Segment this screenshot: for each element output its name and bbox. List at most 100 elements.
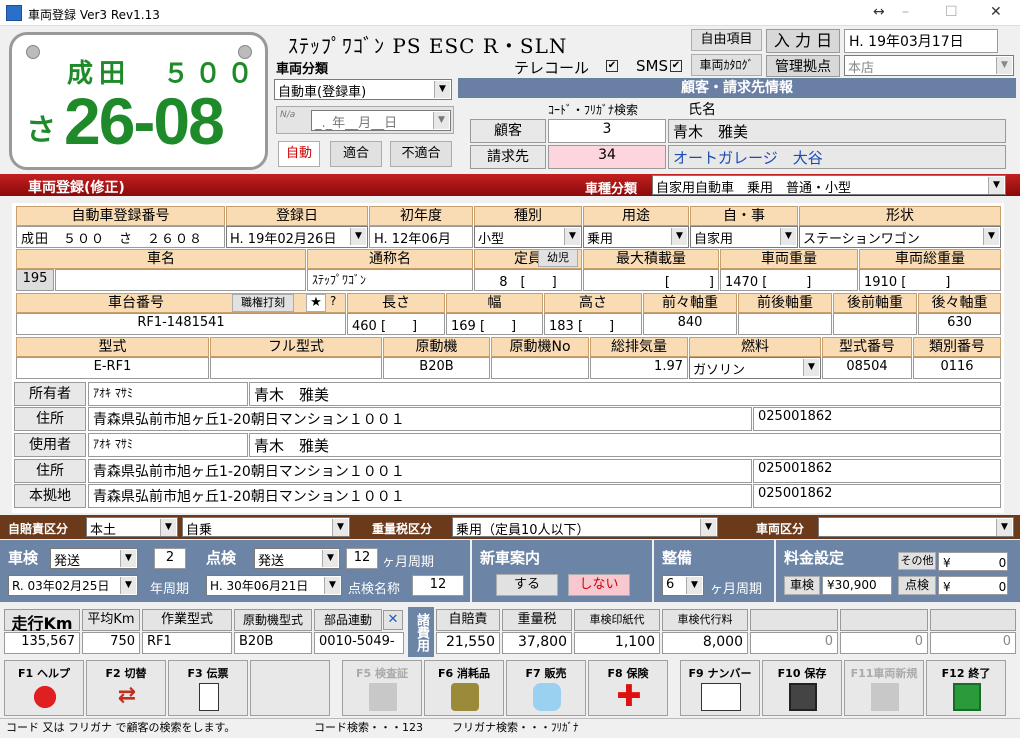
tenken-fee[interactable]: ¥ 0 xyxy=(938,576,1008,595)
engine-model-field[interactable]: B20B xyxy=(234,632,312,654)
engine-no-field[interactable] xyxy=(491,357,589,379)
car-catalog-button[interactable]: 車両ｶﾀﾛｸﾞ xyxy=(691,54,762,76)
fr-axle-field[interactable] xyxy=(738,313,832,335)
input-date-field[interactable]: H. 19年03月17日 xyxy=(844,29,998,53)
f12-exit-button[interactable]: F12 終了 xyxy=(926,660,1006,716)
owner-zip[interactable]: 025001862 xyxy=(753,407,1001,431)
height-field[interactable]: 183 [ ] xyxy=(544,313,642,335)
user-zip[interactable]: 025001862 xyxy=(753,459,1001,483)
shaken-fee[interactable]: ¥30,900 xyxy=(822,576,892,595)
use-select[interactable]: 乗用 ▼ xyxy=(583,226,689,248)
user-button[interactable]: 使用者 xyxy=(14,433,86,457)
ff-axle-field[interactable]: 840 xyxy=(643,313,737,335)
car-name-field[interactable] xyxy=(55,269,306,291)
customer-code-input[interactable]: 3 xyxy=(548,119,666,143)
rr-axle-field[interactable]: 630 xyxy=(918,313,1001,335)
cost-value-4[interactable]: 8,000 xyxy=(662,632,748,654)
sms-checkbox[interactable]: ✔ xyxy=(670,60,682,72)
length-field[interactable]: 460 [ ] xyxy=(347,313,445,335)
weight-tax-select[interactable]: 乗用（定員10人以下） ▼ xyxy=(452,517,718,537)
shape-select[interactable]: ステーションワゴン ▼ xyxy=(799,226,1001,248)
reg-date-select[interactable]: H. 19年02月26日 ▼ xyxy=(226,226,368,248)
class-no-field[interactable]: 0116 xyxy=(913,357,1001,379)
user-address[interactable]: 青森県弘前市旭ヶ丘1-20朝日マンション１００１ xyxy=(88,459,752,483)
base-zip[interactable]: 025001862 xyxy=(753,484,1001,508)
model-no-field[interactable]: 08504 xyxy=(822,357,912,379)
f6-consumable-button[interactable]: F6 消耗品 xyxy=(424,660,504,716)
f7-sales-button[interactable]: F7 販売 xyxy=(506,660,586,716)
free-item-button[interactable]: 自由項目 xyxy=(691,29,762,51)
seibi-select[interactable]: 6 ▼ xyxy=(662,575,704,596)
unfit-button[interactable]: 不適合 xyxy=(390,141,452,167)
maximize-button[interactable]: ☐ xyxy=(945,4,958,20)
tenken-date-select[interactable]: H. 30年06月21日 ▼ xyxy=(206,575,342,596)
first-year-field[interactable]: H. 12年06月 xyxy=(369,226,473,248)
mgmt-base-select[interactable]: 本店 ▼ xyxy=(844,55,1014,76)
displacement-field[interactable]: 1.97 xyxy=(590,357,688,379)
jiso-select[interactable]: 自乗 ▼ xyxy=(182,517,350,537)
f11-new-button[interactable]: F11車両新規 xyxy=(844,660,924,716)
vehicle-type-select[interactable]: 自家用自動車 乗用 普通・小型 ▼ xyxy=(652,175,1006,195)
tenken-name[interactable]: 12 xyxy=(412,575,464,596)
stamp-button[interactable]: 職権打刻 xyxy=(232,294,294,312)
tenken-fee-button[interactable]: 点検 xyxy=(898,576,936,595)
close-button[interactable]: ✕ xyxy=(990,4,1002,20)
cost-value-3[interactable]: 1,100 xyxy=(574,632,660,654)
user-address-button[interactable]: 住所 xyxy=(14,459,86,483)
engine-field[interactable]: B20B xyxy=(383,357,490,379)
other-fee-button[interactable]: その他 xyxy=(898,552,936,570)
base-button[interactable]: 本拠地 xyxy=(14,484,86,508)
restore-icon[interactable]: ↔ xyxy=(873,4,885,20)
star-icon[interactable]: ★ xyxy=(306,294,326,312)
f1-help-button[interactable]: F1 ヘルプ xyxy=(4,660,84,716)
owner-address[interactable]: 青森県弘前市旭ヶ丘1-20朝日マンション１００１ xyxy=(88,407,752,431)
car-code-field[interactable]: 195 xyxy=(16,269,54,291)
f8-insurance-button[interactable]: F8 保険 ✚ xyxy=(588,660,668,716)
nickname-field[interactable]: ｽﾃｯﾌﾟﾜｺﾞﾝ xyxy=(307,269,473,291)
f5-certificate-button[interactable]: F5 検査証 xyxy=(342,660,422,716)
minimize-button[interactable]: – xyxy=(902,4,909,20)
cost-value-6[interactable]: 0 xyxy=(840,632,928,654)
capacity-field[interactable]: 8 [ ] xyxy=(474,269,582,291)
close-icon[interactable]: ✕ xyxy=(383,610,403,630)
jibaiseki-select[interactable]: 本土 ▼ xyxy=(86,517,178,537)
gross-weight-field[interactable]: 1910 [ ] xyxy=(859,269,1001,291)
model-field[interactable]: E-RF1 xyxy=(16,357,209,379)
tenken-cycle[interactable]: 12 xyxy=(346,548,378,569)
owner-button[interactable]: 所有者 xyxy=(14,382,86,406)
fuel-select[interactable]: ガソリン ▼ xyxy=(689,357,821,379)
billing-code-input[interactable]: 34 xyxy=(548,145,666,169)
shaken-method-select[interactable]: 発送 ▼ xyxy=(50,548,138,569)
date-select[interactable]: _._年__月__日 ▼ xyxy=(311,110,451,131)
billing-button[interactable]: 請求先 xyxy=(470,145,546,169)
cost-value-7[interactable]: 0 xyxy=(930,632,1016,654)
other-fee[interactable]: ¥ 0 xyxy=(938,552,1008,571)
kind-select[interactable]: 小型 ▼ xyxy=(474,226,582,248)
owner-name[interactable]: 青木 雅美 xyxy=(249,382,1001,406)
owner-kana[interactable]: ｱｵｷ ﾏｻﾐ xyxy=(88,382,248,406)
base-address[interactable]: 青森県弘前市旭ヶ丘1-20朝日マンション１００１ xyxy=(88,484,752,508)
cost-value-2[interactable]: 37,800 xyxy=(502,632,572,654)
shaken-date-select[interactable]: R. 03年02月25日 ▼ xyxy=(8,575,138,596)
owner-address-button[interactable]: 住所 xyxy=(14,407,86,431)
vehicle-class-select[interactable]: 自動車(登録車) ▼ xyxy=(274,79,452,100)
vehicle-kubun-select[interactable]: ▼ xyxy=(818,517,1014,537)
shaken-cycle[interactable]: 2 xyxy=(154,548,186,569)
vehicle-weight-field[interactable]: 1470 [ ] xyxy=(720,269,858,291)
f10-save-button[interactable]: F10 保存 xyxy=(762,660,842,716)
f3-slip-button[interactable]: F3 伝票 xyxy=(168,660,248,716)
shaken-fee-button[interactable]: 車検 xyxy=(784,576,820,595)
help-mark[interactable]: ? xyxy=(330,294,336,308)
max-load-field[interactable]: [ ] xyxy=(583,269,719,291)
user-kana[interactable]: ｱｵｷ ﾏｻﾐ xyxy=(88,433,248,457)
child-button[interactable]: 幼児 xyxy=(538,249,578,267)
fit-button[interactable]: 適合 xyxy=(330,141,382,167)
customer-button[interactable]: 顧客 xyxy=(470,119,546,143)
full-model-field[interactable] xyxy=(210,357,382,379)
work-model-field[interactable]: RF1 xyxy=(142,632,232,654)
tenken-method-select[interactable]: 発送 ▼ xyxy=(254,548,340,569)
cost-value-1[interactable]: 21,550 xyxy=(436,632,500,654)
avg-km-field[interactable]: 750 xyxy=(82,632,140,654)
chassis-field[interactable]: RF1-1481541 xyxy=(16,313,346,335)
reg-number-field[interactable]: 成田 ５００ さ ２６０８ xyxy=(16,226,225,248)
